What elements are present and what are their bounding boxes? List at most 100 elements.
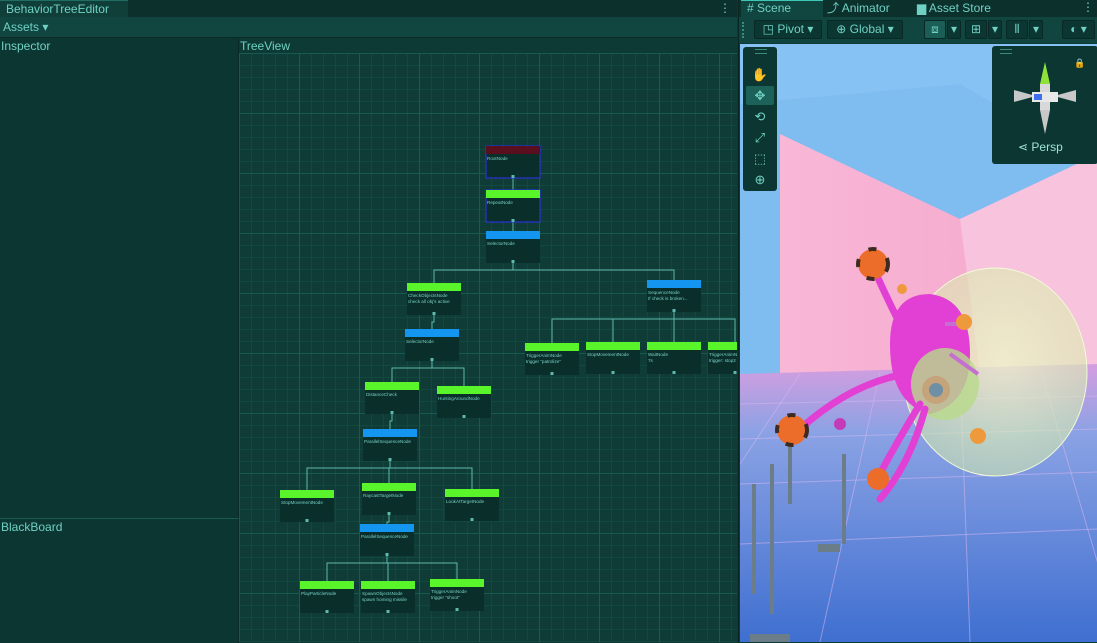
tree-node-label: SelectorNode	[487, 241, 515, 246]
tree-node[interactable]: ParallelSequenceNode	[363, 429, 417, 461]
tree-node-output-port[interactable]	[432, 312, 436, 315]
tree-node-output-port[interactable]	[386, 610, 390, 613]
axis-gizmo-icon[interactable]	[1010, 54, 1080, 134]
tree-node[interactable]: SelectorNode	[486, 231, 540, 263]
tree-node[interactable]: SelectorNode	[405, 329, 459, 361]
tree-node-output-port[interactable]	[385, 553, 389, 556]
tree-node-output-port[interactable]	[733, 371, 737, 374]
tree-node-output-port[interactable]	[511, 260, 515, 263]
scene-viewport[interactable]: ✋ ✥ ⟲ ⤢ ⬚ ⊕ 🔒 ⋖ Persp	[740, 44, 1097, 642]
tree-edge	[431, 315, 435, 329]
tree-node-header	[647, 280, 701, 288]
audio-button[interactable]: ⦀	[1006, 20, 1028, 39]
tree-node-output-port[interactable]	[387, 512, 391, 515]
tree-node-output-port[interactable]	[511, 175, 515, 178]
tree-node[interactable]: StopMovementNode	[586, 342, 640, 374]
scene-toolbar: ◳ Pivot ▾ ⊕ Global ▾ ⧈ ▾ ⊞ ▾ ⦀ ▾ ◐ ▾	[739, 17, 1097, 43]
rect-tool-icon[interactable]: ⬚	[746, 149, 774, 168]
inspector-panel: Inspector	[0, 38, 239, 518]
tree-node-label: StopMovementNode	[281, 500, 323, 505]
hand-tool-icon[interactable]: ✋	[746, 65, 774, 84]
tree-node-header	[437, 386, 491, 394]
behavior-tree-graph[interactable]: RootNode RepeatNode SelectorNode CheckObjec…	[239, 38, 737, 642]
scale-tool-icon[interactable]: ⤢	[746, 128, 774, 147]
tree-node-label: RootNode	[487, 156, 508, 161]
tree-node-output-port[interactable]	[550, 372, 554, 375]
grid-dropdown[interactable]: ▾	[988, 20, 1002, 39]
treeview-panel[interactable]: TreeView RootNode RepeatNode SelectorNode C…	[239, 38, 737, 642]
tree-node[interactable]: ParallelSequenceNode	[360, 524, 414, 556]
tree-node-output-port[interactable]	[390, 411, 394, 414]
tree-node[interactable]: LookAtTargetNode	[445, 489, 499, 521]
tree-node-header	[486, 146, 540, 154]
tree-node-header	[365, 382, 419, 390]
chevron-down-icon: ▾	[991, 22, 999, 36]
pivot-dropdown[interactable]: ◳ Pivot ▾	[754, 20, 822, 39]
tree-node[interactable]: HuntingAroundNode	[437, 386, 491, 418]
tree-node[interactable]: SpawnObjectsNodespawn homing missile	[361, 581, 415, 613]
scene-more-menu-icon[interactable]: ⋮	[1082, 0, 1094, 14]
tab-scene[interactable]: # Scene	[741, 0, 823, 17]
rotate-tool-icon[interactable]: ⟲	[746, 107, 774, 126]
tab-behavior-tree-editor[interactable]: BehaviorTreeEditor	[0, 0, 128, 17]
tree-node[interactable]: SequenceNodeIf check is broken...	[647, 280, 701, 312]
tree-node-label: LookAtTargetNode	[446, 499, 484, 504]
tab-animator[interactable]: ⤴ Animator	[827, 0, 907, 17]
global-dropdown[interactable]: ⊕ Global ▾	[827, 20, 903, 39]
tree-node-output-port[interactable]	[455, 608, 459, 611]
transform-tool-icon[interactable]: ⊕	[746, 170, 774, 189]
tree-node-label: WaitNode	[648, 352, 668, 357]
tree-node-output-port[interactable]	[462, 415, 466, 418]
audio-dropdown[interactable]: ▾	[1029, 20, 1043, 39]
tab-asset-store[interactable]: ▆ Asset Store	[917, 0, 1017, 17]
tab-label: Asset Store	[928, 1, 991, 15]
tree-node-output-port[interactable]	[511, 219, 515, 222]
tree-node-description: trigger "patrolize"	[526, 359, 561, 364]
snap-icon: ⧈	[931, 22, 939, 36]
move-tool-icon[interactable]: ✥	[746, 86, 774, 105]
tree-node-header	[360, 524, 414, 532]
shading-sphere-icon: ◐	[1070, 22, 1078, 36]
perspective-toggle[interactable]: ⋖ Persp	[1018, 140, 1063, 154]
tree-node[interactable]: TriggerAnimNodetrigger: stop2	[708, 342, 737, 374]
editor-toolbar: Assets ▾	[0, 17, 737, 38]
tree-node-header	[405, 329, 459, 337]
grid-snap-icon: ⊞	[970, 22, 982, 36]
tree-node-output-port[interactable]	[305, 519, 309, 522]
tree-node[interactable]: PlayParticleNode	[300, 581, 354, 613]
tree-node[interactable]: WaitNode7s	[647, 342, 701, 374]
tree-node[interactable]: RepeatNode	[485, 189, 541, 223]
tree-node[interactable]: RaycastTargetNode	[362, 483, 416, 515]
overlay-grip-icon[interactable]	[755, 49, 767, 54]
tree-edge	[386, 556, 458, 579]
tree-node-header	[445, 489, 499, 497]
tree-node-output-port[interactable]	[430, 358, 434, 361]
tree-node-output-port[interactable]	[325, 610, 329, 613]
tree-node[interactable]: DistanceCheck	[365, 382, 419, 414]
editor-tab-bar: BehaviorTreeEditor ⋮	[0, 0, 737, 17]
tree-node[interactable]: TriggerAnimNodetrigger "patrolize"	[525, 343, 579, 375]
snap-dropdown[interactable]: ▾	[947, 20, 961, 39]
toolbar-grip-icon[interactable]	[742, 22, 752, 38]
tree-node-output-port[interactable]	[672, 309, 676, 312]
tree-node-label: SequenceNode	[648, 290, 680, 295]
tree-node[interactable]: StopMovementNode	[280, 490, 334, 522]
snap-increment-button[interactable]: ⧈	[924, 20, 946, 39]
scene-window: # Scene ⤴ Animator ▆ Asset Store ⋮ ◳ Piv…	[738, 0, 1097, 642]
assets-dropdown-button[interactable]: Assets ▾	[3, 19, 48, 35]
tree-node-output-port[interactable]	[611, 371, 615, 374]
blackboard-title: BlackBoard	[1, 520, 63, 534]
tree-node-label: RaycastTargetNode	[363, 493, 404, 498]
tree-node-output-port[interactable]	[672, 371, 676, 374]
tree-node[interactable]: RootNode	[485, 145, 541, 179]
tree-node[interactable]: CheckObjectsNodecheck all obj's active	[407, 283, 461, 315]
treeview-title: TreeView	[240, 39, 291, 53]
tree-node-output-port[interactable]	[470, 518, 474, 521]
editor-more-menu-icon[interactable]: ⋮	[719, 1, 731, 16]
tree-edge	[391, 361, 433, 382]
tree-node[interactable]: TriggerAnimNodetrigger "shoot"	[430, 579, 484, 611]
grid-snap-button[interactable]: ⊞	[965, 20, 987, 39]
global-label: Global	[849, 22, 885, 36]
shading-dropdown[interactable]: ◐ ▾	[1062, 20, 1095, 39]
tree-node-output-port[interactable]	[388, 458, 392, 461]
